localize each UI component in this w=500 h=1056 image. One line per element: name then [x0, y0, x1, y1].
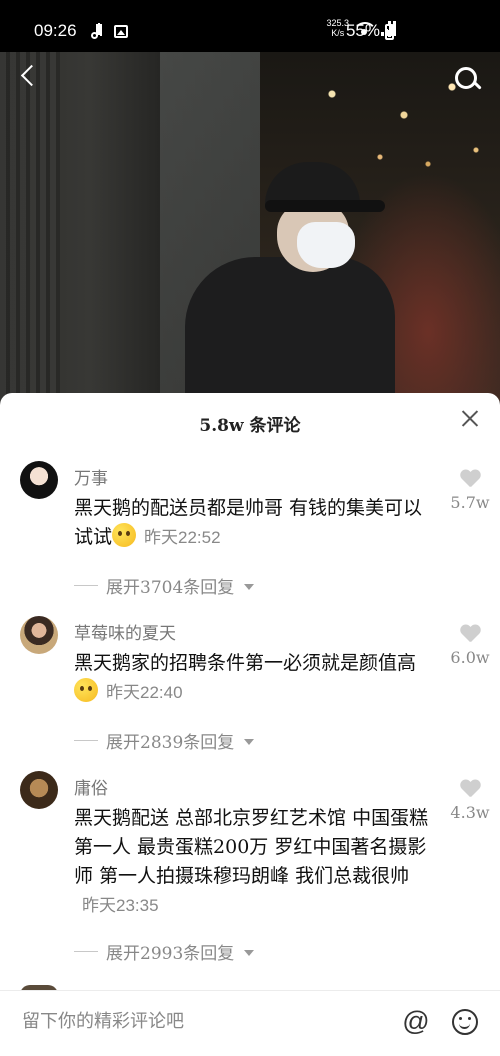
video-background-left [0, 52, 60, 402]
avatar[interactable] [20, 771, 58, 809]
chevron-down-icon [244, 583, 255, 590]
avatar[interactable] [20, 616, 58, 654]
divider [74, 951, 98, 952]
heart-icon [460, 780, 480, 798]
like-button[interactable]: 4.3w [446, 780, 494, 822]
chevron-down-icon [244, 949, 255, 956]
at-icon[interactable]: @ [402, 1007, 430, 1035]
expand-replies-button[interactable]: 展开2993条回复 [74, 939, 255, 964]
comment-username[interactable]: 草莓味的夏天 [74, 619, 176, 644]
like-count: 4.3w [450, 803, 490, 822]
status-time: 09:26 [34, 21, 77, 40]
video-person [185, 162, 395, 402]
comment-input-bar: @ [0, 990, 500, 1056]
emoji-icon [112, 523, 137, 547]
chevron-down-icon [244, 738, 255, 745]
comments-panel: 5.8w 条评论 万事 黑天鹅的配送员都是帅哥 有钱的集美可以试试 昨天22:52… [0, 393, 500, 1055]
avatar[interactable] [20, 461, 58, 499]
expand-replies-label: 展开3704条回复 [106, 578, 235, 598]
video-player[interactable] [0, 52, 500, 402]
status-left-icons [90, 24, 128, 40]
comments-title: 5.8w 条评论 [199, 416, 301, 436]
divider [74, 740, 98, 741]
like-button[interactable]: 5.7w [446, 470, 494, 512]
emoji-icon[interactable] [452, 1009, 478, 1035]
battery-icon [385, 21, 394, 40]
battery-percent: 55% [345, 21, 380, 40]
comment-text: 黑天鹅配送 总部北京罗红艺术馆 中国蛋糕第一人 最贵蛋糕200万 罗红中国著名摄… [74, 804, 434, 920]
comment-username[interactable]: 庸俗 [74, 774, 108, 799]
net-speed-unit: K/s [331, 28, 345, 38]
comment-time: 昨天22:40 [106, 683, 183, 702]
emoji-icon [74, 678, 98, 702]
gallery-icon [114, 25, 128, 38]
heart-icon [460, 470, 480, 488]
heart-icon [460, 625, 480, 643]
close-icon[interactable] [460, 409, 480, 429]
search-icon[interactable] [455, 67, 481, 93]
divider [74, 585, 98, 586]
comment-time: 昨天23:35 [82, 896, 159, 915]
comment-username[interactable]: 万事 [74, 464, 108, 489]
comment-text-body: 黑天鹅家的招聘条件第一必须就是颜值高 [74, 652, 417, 674]
comment-text-body: 黑天鹅配送 总部北京罗红艺术馆 中国蛋糕第一人 最贵蛋糕200万 罗红中国著名摄… [74, 807, 429, 887]
expand-replies-label: 展开2839条回复 [106, 733, 235, 753]
expand-replies-button[interactable]: 展开3704条回复 [74, 573, 255, 598]
back-icon[interactable] [20, 66, 36, 82]
like-button[interactable]: 6.0w [446, 625, 494, 667]
comment-input[interactable] [0, 991, 412, 1051]
comment-text: 黑天鹅家的招聘条件第一必须就是颜值高昨天22:40 [74, 649, 434, 707]
comment-time: 昨天22:52 [144, 528, 221, 547]
expand-replies-label: 展开2993条回复 [106, 944, 235, 964]
like-count: 6.0w [450, 648, 490, 667]
tiktok-icon [90, 24, 104, 40]
like-count: 5.7w [450, 493, 490, 512]
comment-text: 黑天鹅的配送员都是帅哥 有钱的集美可以试试 昨天22:52 [74, 494, 434, 552]
expand-replies-button[interactable]: 展开2839条回复 [74, 728, 255, 753]
